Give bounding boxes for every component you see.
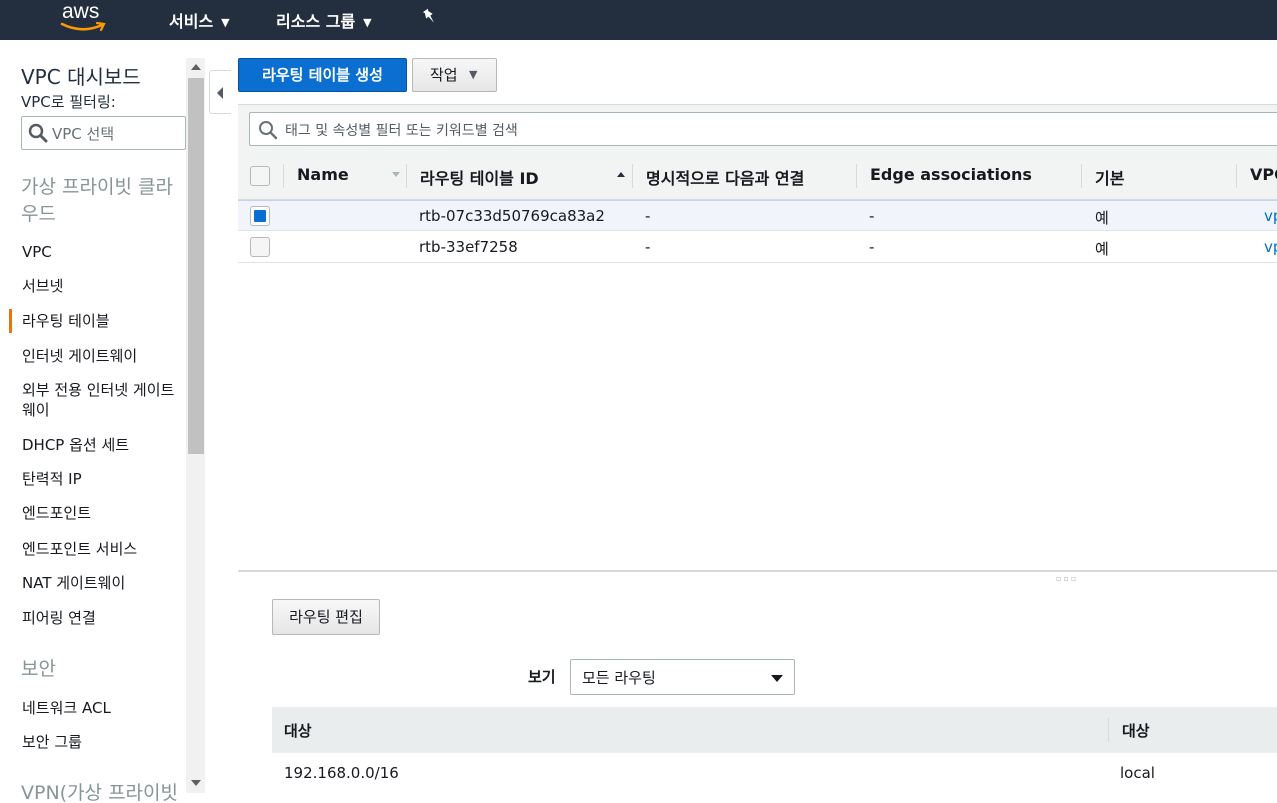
sidebar-item-route-tables[interactable]: 라우팅 테이블 bbox=[9, 309, 182, 333]
column-header-vpc[interactable]: VPC bbox=[1250, 165, 1277, 184]
cell-explicit-association: - bbox=[645, 238, 651, 256]
section-vpn: VPN(가상 프라이빗 bbox=[21, 782, 179, 803]
search-placeholder: 태그 및 속성별 필터 또는 키워드별 검색 bbox=[285, 123, 518, 139]
sidebar-item-nat-gateways[interactable]: NAT 게이트웨이 bbox=[22, 573, 182, 593]
cell-main: 예 bbox=[1095, 209, 1109, 227]
sidebar-item-elastic-ip[interactable]: 탄력적 IP bbox=[22, 469, 182, 489]
search-icon bbox=[259, 121, 278, 140]
cell-explicit-association: - bbox=[645, 207, 651, 225]
cell-edge-associations: - bbox=[869, 238, 875, 256]
sidebar-scrollbar[interactable] bbox=[186, 58, 205, 793]
caret-down-icon bbox=[771, 675, 783, 682]
search-bar-container: 태그 및 속성별 필터 또는 키워드별 검색 bbox=[238, 104, 1277, 152]
column-header-route-table-id[interactable]: 라우팅 테이블 ID bbox=[420, 165, 539, 189]
scrollbar-thumb[interactable] bbox=[188, 78, 204, 454]
column-divider bbox=[632, 164, 633, 188]
vpc-filter-select[interactable]: VPC 선택 bbox=[21, 116, 186, 150]
cell-route-table-id: rtb-33ef7258 bbox=[419, 238, 518, 256]
view-label: 보기 bbox=[528, 668, 556, 686]
edit-routes-button[interactable]: 라우팅 편집 bbox=[272, 599, 380, 635]
view-routes-select[interactable]: 모든 라우팅 bbox=[570, 659, 795, 695]
routes-table-header: 대상 대상 bbox=[272, 707, 1277, 753]
select-all-checkbox[interactable] bbox=[250, 166, 270, 186]
cell-route-table-id: rtb-07c33d50769ca83a2 bbox=[419, 207, 605, 225]
column-header-edge-associations[interactable]: Edge associations bbox=[870, 165, 1032, 184]
row-checkbox[interactable] bbox=[250, 206, 270, 226]
sort-icon[interactable] bbox=[392, 172, 400, 177]
route-table-header: Name 라우팅 테이블 ID 명시적으로 다음과 연결 Edge associ… bbox=[238, 152, 1277, 200]
sidebar-item-endpoints[interactable]: 엔드포인트 bbox=[22, 503, 182, 523]
chevron-down-icon: ▼ bbox=[221, 16, 230, 29]
column-header-destination[interactable]: 대상 bbox=[284, 720, 312, 741]
cell-vpc-link[interactable]: vp bbox=[1264, 207, 1277, 225]
cell-destination: 192.168.0.0/16 bbox=[284, 764, 399, 782]
section-private-cloud: 가상 프라이빗 클라우드 bbox=[21, 176, 173, 225]
chevron-down-icon: ▼ bbox=[363, 16, 372, 29]
column-header-main[interactable]: 기본 bbox=[1095, 165, 1124, 189]
pin-icon[interactable] bbox=[422, 8, 438, 30]
create-route-table-button[interactable]: 라우팅 테이블 생성 bbox=[238, 58, 407, 92]
search-icon bbox=[28, 123, 48, 143]
scroll-up-icon[interactable] bbox=[191, 64, 201, 70]
column-divider bbox=[406, 164, 407, 188]
column-header-target[interactable]: 대상 bbox=[1122, 720, 1150, 741]
resource-groups-label: 리소스 그룹 bbox=[276, 12, 356, 31]
services-label: 서비스 bbox=[169, 12, 214, 31]
chevron-down-icon: ▼ bbox=[469, 68, 478, 81]
sidebar-item-egress-only-gateways[interactable]: 외부 전용 인터넷 게이트웨이 bbox=[22, 380, 182, 420]
sidebar-item-peering[interactable]: 피어링 연결 bbox=[22, 608, 182, 628]
route-row: 192.168.0.0/16 local bbox=[272, 753, 1277, 793]
search-input[interactable]: 태그 및 속성별 필터 또는 키워드별 검색 bbox=[249, 112, 1277, 146]
panel-resize-divider[interactable] bbox=[238, 570, 1277, 572]
aws-logo[interactable]: aws bbox=[60, 0, 112, 36]
resize-grip-icon[interactable]: ▫▫▫ bbox=[1056, 574, 1078, 583]
top-navigation-bar: aws 서비스 ▼ 리소스 그룹 ▼ bbox=[0, 0, 1277, 40]
actions-button[interactable]: 작업 ▼ bbox=[412, 58, 497, 92]
cell-target: local bbox=[1120, 764, 1155, 782]
sort-ascending-icon[interactable] bbox=[617, 172, 625, 177]
column-divider bbox=[856, 164, 857, 188]
column-header-explicit-association[interactable]: 명시적으로 다음과 연결 bbox=[646, 165, 804, 189]
resource-groups-menu[interactable]: 리소스 그룹 ▼ bbox=[276, 8, 372, 32]
table-row[interactable]: rtb-07c33d50769ca83a2 - - 예 vp bbox=[238, 200, 1277, 231]
vpc-filter-placeholder: VPC 선택 bbox=[52, 125, 115, 143]
sidebar-item-endpoint-services[interactable]: 엔드포인트 서비스 bbox=[22, 539, 182, 559]
cell-vpc-link[interactable]: vp bbox=[1264, 238, 1277, 256]
column-divider bbox=[1081, 164, 1082, 188]
cell-main: 예 bbox=[1095, 240, 1109, 258]
services-menu[interactable]: 서비스 ▼ bbox=[169, 8, 230, 32]
table-row[interactable]: rtb-33ef7258 - - 예 vp bbox=[238, 232, 1277, 263]
view-select-value: 모든 라우팅 bbox=[582, 669, 656, 687]
sidebar-item-vpc[interactable]: VPC bbox=[22, 242, 182, 262]
cell-edge-associations: - bbox=[869, 207, 875, 225]
sidebar-item-internet-gateways[interactable]: 인터넷 게이트웨이 bbox=[22, 346, 182, 366]
column-divider bbox=[1108, 718, 1109, 742]
column-divider bbox=[283, 164, 284, 188]
column-divider bbox=[1236, 164, 1237, 188]
sidebar-item-network-acl[interactable]: 네트워크 ACL bbox=[22, 698, 182, 718]
sidebar-item-subnets[interactable]: 서브넷 bbox=[22, 276, 182, 296]
sidebar: VPC 대시보드 VPC로 필터링: VPC 선택 가상 프라이빗 클라우드 V… bbox=[0, 40, 205, 803]
scroll-down-icon[interactable] bbox=[191, 780, 201, 786]
sidebar-item-security-groups[interactable]: 보안 그룹 bbox=[22, 732, 182, 752]
vpc-filter-label: VPC로 필터링: bbox=[21, 93, 116, 111]
collapse-sidebar-button[interactable] bbox=[209, 70, 231, 114]
section-security: 보안 bbox=[21, 658, 56, 680]
column-header-name[interactable]: Name bbox=[297, 165, 349, 184]
chevron-left-icon bbox=[217, 87, 223, 99]
sidebar-item-dhcp-options[interactable]: DHCP 옵션 세트 bbox=[22, 435, 182, 455]
actions-label: 작업 bbox=[430, 66, 458, 84]
aws-smile-icon bbox=[60, 21, 106, 32]
sidebar-title[interactable]: VPC 대시보드 bbox=[21, 61, 141, 90]
row-checkbox[interactable] bbox=[250, 237, 270, 257]
